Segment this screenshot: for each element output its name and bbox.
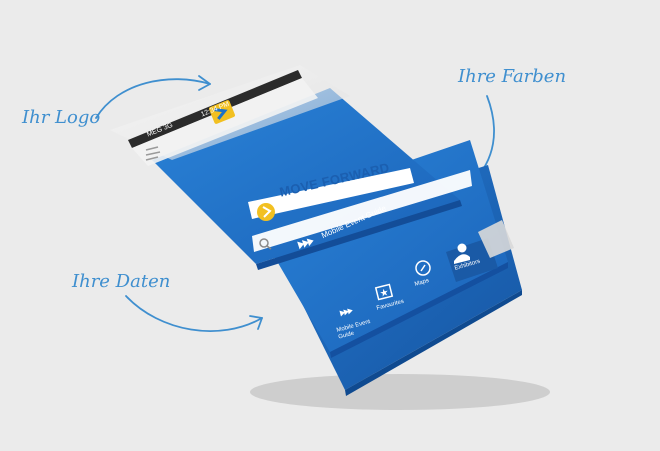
stage: Ihr Logo Ihre Farben Ihre Daten ★ MOVE F… xyxy=(0,0,660,451)
phone-stack: ★ xyxy=(110,65,550,410)
phone-shadow xyxy=(250,374,550,410)
title-logo-icon xyxy=(257,203,275,221)
